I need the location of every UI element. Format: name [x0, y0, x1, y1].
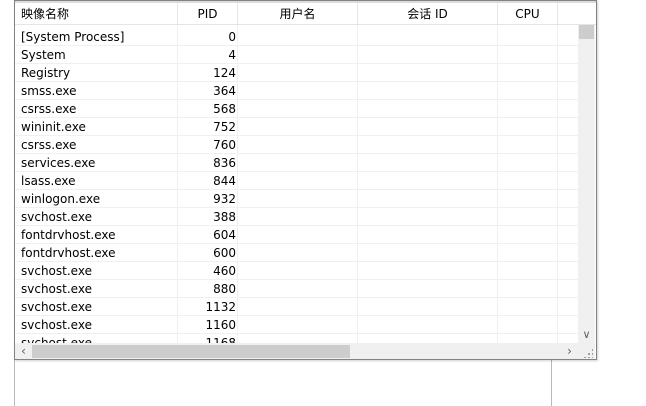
vertical-scrollbar[interactable]: ∨	[578, 25, 595, 343]
process-name: fontdrvhost.exe	[21, 246, 116, 260]
process-pid: 760	[213, 138, 236, 152]
process-name: wininit.exe	[21, 120, 86, 134]
column-header-user-name[interactable]: 用户名	[238, 3, 358, 25]
table-row[interactable]: [System Process] 0	[15, 28, 578, 46]
table-row[interactable]: svchost.exe 1132	[15, 298, 578, 316]
vertical-scroll-thumb[interactable]	[579, 25, 594, 39]
table-row[interactable]: lsass.exe 844	[15, 172, 578, 190]
process-pid: 604	[213, 228, 236, 242]
process-pid: 836	[213, 156, 236, 170]
chevron-left-icon[interactable]: ‹	[15, 343, 32, 359]
column-header-image-name[interactable]: 映像名称	[15, 3, 178, 25]
table-row[interactable]: svchost.exe 460	[15, 262, 578, 280]
table-row[interactable]: smss.exe 364	[15, 82, 578, 100]
process-pid: 932	[213, 192, 236, 206]
process-pid: 460	[213, 264, 236, 278]
process-name: svchost.exe	[21, 282, 92, 296]
process-name: csrss.exe	[21, 138, 77, 152]
column-header-cpu[interactable]: CPU	[498, 3, 558, 25]
process-pid: 0	[228, 30, 236, 44]
process-name: smss.exe	[21, 84, 77, 98]
table-row[interactable]: Registry 124	[15, 64, 578, 82]
process-pid: 600	[213, 246, 236, 260]
process-name: winlogon.exe	[21, 192, 101, 206]
table-row[interactable]: csrss.exe 760	[15, 136, 578, 154]
process-pid: 1132	[205, 300, 236, 314]
table-row[interactable]: System 4	[15, 46, 578, 64]
column-header-session-id[interactable]: 会话 ID	[358, 3, 498, 25]
process-name: [System Process]	[21, 30, 125, 44]
table-row[interactable]: csrss.exe 568	[15, 100, 578, 118]
process-name: lsass.exe	[21, 174, 76, 188]
horizontal-scrollbar[interactable]: ‹ ›	[15, 343, 578, 359]
process-name: csrss.exe	[21, 102, 77, 116]
process-list[interactable]: 映像名称 PID 用户名 会话 ID CPU [System Process] 0…	[14, 0, 597, 360]
process-name: svchost.exe	[21, 210, 92, 224]
process-name: svchost.exe	[21, 300, 92, 314]
table-row[interactable]: wininit.exe 752	[15, 118, 578, 136]
chevron-right-icon[interactable]: ›	[561, 343, 578, 359]
resize-grip-icon[interactable]	[583, 348, 593, 358]
table-row[interactable]: fontdrvhost.exe 604	[15, 226, 578, 244]
column-header: 映像名称 PID 用户名 会话 ID CPU	[15, 1, 596, 25]
horizontal-scroll-thumb[interactable]	[32, 345, 350, 358]
process-pid: 1160	[205, 318, 236, 332]
process-pid: 752	[213, 120, 236, 134]
table-row[interactable]: fontdrvhost.exe 600	[15, 244, 578, 262]
chevron-down-icon[interactable]: ∨	[578, 326, 595, 343]
table-row[interactable]: svchost.exe 388	[15, 208, 578, 226]
column-header-pid[interactable]: PID	[178, 3, 238, 25]
process-pid: 568	[213, 102, 236, 116]
process-name: fontdrvhost.exe	[21, 228, 116, 242]
table-row[interactable]: svchost.exe 880	[15, 280, 578, 298]
table-row[interactable]: services.exe 836	[15, 154, 578, 172]
process-name: svchost.exe	[21, 264, 92, 278]
process-pid: 388	[213, 210, 236, 224]
process-name: Registry	[21, 66, 71, 80]
process-pid: 4	[228, 48, 236, 62]
process-pid: 844	[213, 174, 236, 188]
process-pid: 364	[213, 84, 236, 98]
process-rows: [System Process] 0 System 4 Registry 124 smss.…	[15, 28, 578, 343]
process-name: svchost.exe	[21, 318, 92, 332]
column-header-next[interactable]	[558, 3, 596, 25]
process-name: services.exe	[21, 156, 96, 170]
process-pid: 1168	[205, 336, 236, 343]
table-row[interactable]: svchost.exe 1160	[15, 316, 578, 334]
process-name: svchost.exe	[21, 336, 92, 343]
table-row[interactable]: svchost.exe 1168	[15, 334, 578, 343]
process-name: System	[21, 48, 66, 62]
table-row[interactable]: winlogon.exe 932	[15, 190, 578, 208]
process-pid: 880	[213, 282, 236, 296]
process-pid: 124	[213, 66, 236, 80]
size-grip[interactable]	[578, 343, 595, 359]
